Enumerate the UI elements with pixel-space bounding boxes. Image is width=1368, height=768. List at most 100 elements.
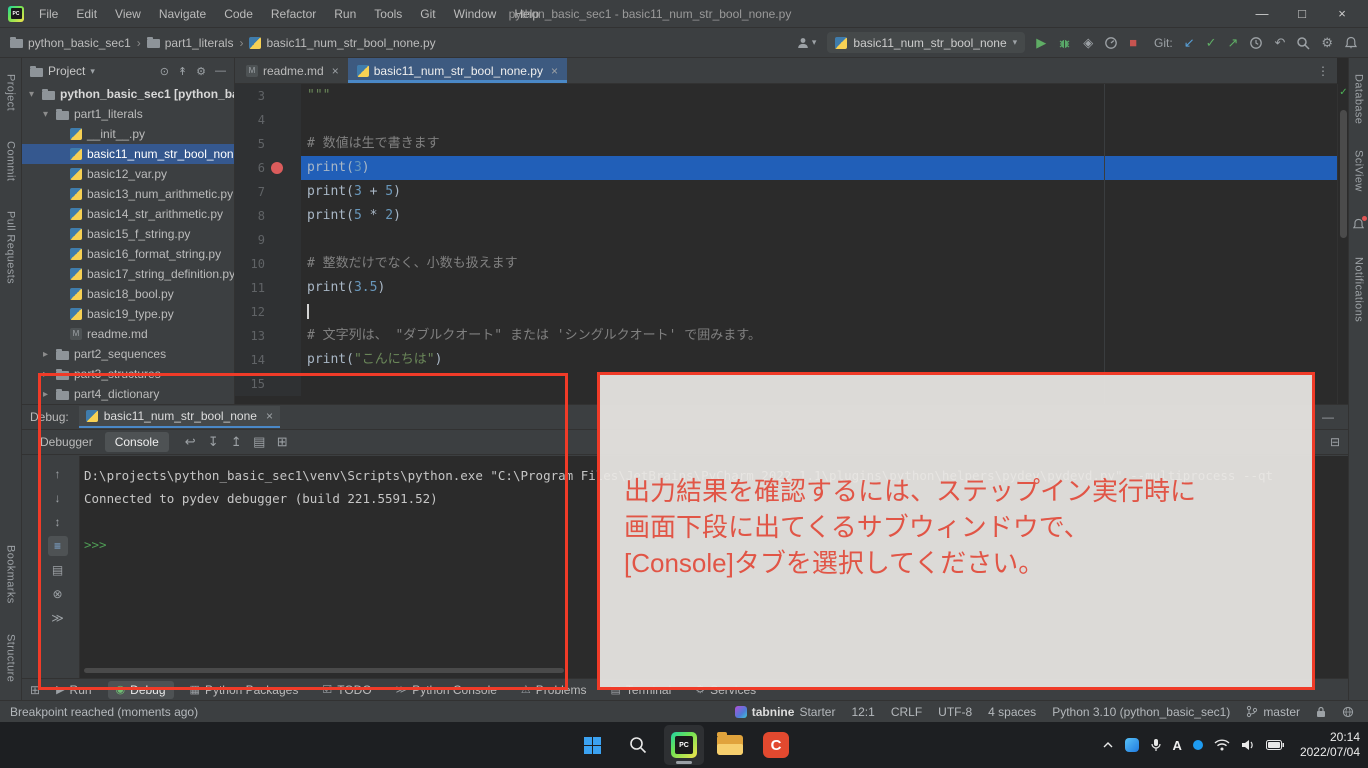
tree-item-part1-literals[interactable]: ▾part1_literals xyxy=(22,104,234,124)
settings-button[interactable]: ⚙ xyxy=(1321,36,1333,50)
tree-item-basic16-format-string-py[interactable]: basic16_format_string.py xyxy=(22,244,234,264)
editor[interactable]: 3"""45# 数値は生で書きます6print(3)7print(3 + 5)8… xyxy=(235,84,1337,404)
tool-window-button-python-packages[interactable]: ▦Python Packages xyxy=(182,681,307,699)
lock-icon[interactable] xyxy=(1316,706,1326,718)
breadcrumb-item-basic11-num-str-bool-none-py[interactable]: basic11_num_str_bool_none.py xyxy=(249,36,435,50)
tool-strip-project[interactable]: Project xyxy=(5,74,17,111)
tool-strip-sciview[interactable]: SciView xyxy=(1353,150,1365,192)
tool-window-button-problems[interactable]: ⚠Problems xyxy=(513,681,595,699)
close-icon[interactable]: × xyxy=(266,409,273,423)
tree-item-python-basic-sec1-python-basic[interactable]: ▾python_basic_sec1 [python_basic] xyxy=(22,84,234,104)
menu-file[interactable]: File xyxy=(30,0,67,28)
code-content[interactable]: # 整数だけでなく、小数も扱えます xyxy=(301,252,1337,276)
taskbar-clock[interactable]: 20:14 2022/07/04 xyxy=(1300,730,1360,760)
search-everywhere-button[interactable] xyxy=(1296,36,1310,50)
sort-frames-icon[interactable]: ↕ xyxy=(48,512,68,532)
close-button[interactable]: × xyxy=(1322,0,1362,28)
tree-item-part3-structures[interactable]: ▸part3_structures xyxy=(22,364,234,384)
collapse-all-button[interactable]: ↟ xyxy=(178,65,187,78)
tree-item-basic15-f-string-py[interactable]: basic15_f_string.py xyxy=(22,224,234,244)
horizontal-scrollbar[interactable] xyxy=(84,668,564,673)
print-icon[interactable]: ▤ xyxy=(48,560,68,580)
tool-window-button-run[interactable]: ▶Run xyxy=(48,681,99,699)
taskbar-pycharm-button[interactable]: PC xyxy=(664,725,704,765)
battery-icon[interactable] xyxy=(1266,740,1285,750)
git-push-button[interactable]: ↗ xyxy=(1228,36,1239,50)
breadcrumb-item-python-basic-sec1[interactable]: python_basic_sec1 xyxy=(10,36,131,50)
profiler-button[interactable] xyxy=(1104,36,1118,50)
tool-strip-commit[interactable]: Commit xyxy=(5,141,17,181)
tabnine-status[interactable]: tabnine Starter xyxy=(735,705,836,719)
git-commit-button[interactable]: ✓ xyxy=(1206,36,1217,50)
wifi-icon[interactable] xyxy=(1214,739,1230,751)
menu-navigate[interactable]: Navigate xyxy=(150,0,215,28)
indent-style[interactable]: 4 spaces xyxy=(988,705,1036,719)
tree-item-init-py[interactable]: __init__.py xyxy=(22,124,234,144)
code-content[interactable] xyxy=(301,108,1337,132)
console-options-icon[interactable]: ≡ xyxy=(48,536,68,556)
taskbar-search-button[interactable] xyxy=(618,725,658,765)
notifications-button[interactable] xyxy=(1344,36,1358,50)
hide-panel-button[interactable]: — xyxy=(1316,410,1340,424)
browse-grid-icon[interactable]: ⊞ xyxy=(271,434,294,450)
tab-console[interactable]: Console xyxy=(105,432,169,452)
globe-icon[interactable] xyxy=(1342,706,1354,718)
ime-indicator[interactable]: A xyxy=(1173,738,1182,753)
tab-debugger[interactable]: Debugger xyxy=(30,432,103,452)
line-separator[interactable]: CRLF xyxy=(891,705,922,719)
tray-status-dot-icon[interactable] xyxy=(1193,740,1203,750)
tree-chevron-icon[interactable]: ▸ xyxy=(40,389,51,400)
run-config-selector[interactable]: basic11_num_str_bool_none ▾ xyxy=(827,32,1025,53)
tree-chevron-icon[interactable]: ▸ xyxy=(40,349,51,360)
tool-strip-bookmarks[interactable]: Bookmarks xyxy=(5,545,17,604)
tree-chevron-icon[interactable]: ▸ xyxy=(40,369,51,380)
soft-wrap-icon[interactable]: ↩ xyxy=(179,434,202,450)
menu-view[interactable]: View xyxy=(106,0,150,28)
tool-strip-structure[interactable]: Structure xyxy=(5,634,17,682)
code-content[interactable] xyxy=(301,228,1337,252)
menu-run[interactable]: Run xyxy=(325,0,365,28)
maximize-button[interactable]: □ xyxy=(1282,0,1322,28)
code-content[interactable]: print("こんにちは") xyxy=(301,348,1337,372)
code-content[interactable]: # 文字列は、 "ダブルクオート" または 'シングルクオート' で囲みます。 xyxy=(301,324,1337,348)
menu-tools[interactable]: Tools xyxy=(365,0,411,28)
code-content[interactable]: print(3) xyxy=(301,156,1337,180)
code-content[interactable]: # 数値は生で書きます xyxy=(301,132,1337,156)
python-interpreter[interactable]: Python 3.10 (python_basic_sec1) xyxy=(1052,705,1230,719)
print-preview-icon[interactable]: ▤ xyxy=(248,434,271,450)
menu-window[interactable]: Window xyxy=(445,0,506,28)
editor-tab-basic11-num-str-bool-none-py[interactable]: basic11_num_str_bool_none.py× xyxy=(348,58,567,83)
menu-git[interactable]: Git xyxy=(411,0,444,28)
tree-chevron-icon[interactable]: ▾ xyxy=(40,109,51,120)
caret-position[interactable]: 12:1 xyxy=(851,705,874,719)
tree-item-basic14-str-arithmetic-py[interactable]: basic14_str_arithmetic.py xyxy=(22,204,234,224)
close-icon[interactable]: × xyxy=(551,64,558,78)
tool-strip-database[interactable]: Database xyxy=(1353,74,1365,124)
rollback-button[interactable]: ↶ xyxy=(1274,36,1285,50)
tool-window-button-todo[interactable]: ☑TODO xyxy=(314,681,379,699)
tool-window-button-debug[interactable]: ◉Debug xyxy=(108,681,174,699)
panel-settings-button[interactable]: ⚙ xyxy=(196,65,206,78)
tool-window-button-python-console[interactable]: ≫Python Console xyxy=(388,681,505,699)
code-content[interactable]: """ xyxy=(301,84,1337,108)
editor-options-icon[interactable]: ⋮ xyxy=(1309,64,1337,78)
volume-icon[interactable] xyxy=(1241,739,1255,751)
microphone-icon[interactable] xyxy=(1150,738,1162,752)
scroll-up-icon[interactable]: ↥ xyxy=(225,434,248,450)
restore-layout-icon[interactable]: ⊟ xyxy=(1330,435,1340,449)
tree-chevron-icon[interactable]: ▾ xyxy=(26,89,37,100)
up-stack-icon[interactable]: ↑ xyxy=(48,464,68,484)
git-update-button[interactable]: ↙ xyxy=(1184,36,1195,50)
tool-strip-pull-requests[interactable]: Pull Requests xyxy=(5,211,17,284)
tree-item-basic13-num-arithmetic-py[interactable]: basic13_num_arithmetic.py xyxy=(22,184,234,204)
tree-item-basic17-string-definition-py[interactable]: basic17_string_definition.py xyxy=(22,264,234,284)
taskbar-explorer-button[interactable] xyxy=(710,725,750,765)
tree-item-part2-sequences[interactable]: ▸part2_sequences xyxy=(22,344,234,364)
hide-panel-button[interactable]: — xyxy=(215,65,226,78)
chevron-down-icon[interactable]: ▾ xyxy=(90,66,95,77)
start-button[interactable] xyxy=(572,725,612,765)
menu-code[interactable]: Code xyxy=(215,0,262,28)
history-button[interactable] xyxy=(1249,36,1263,50)
debug-button[interactable] xyxy=(1057,36,1072,50)
coverage-button[interactable]: ◈ xyxy=(1083,36,1093,50)
